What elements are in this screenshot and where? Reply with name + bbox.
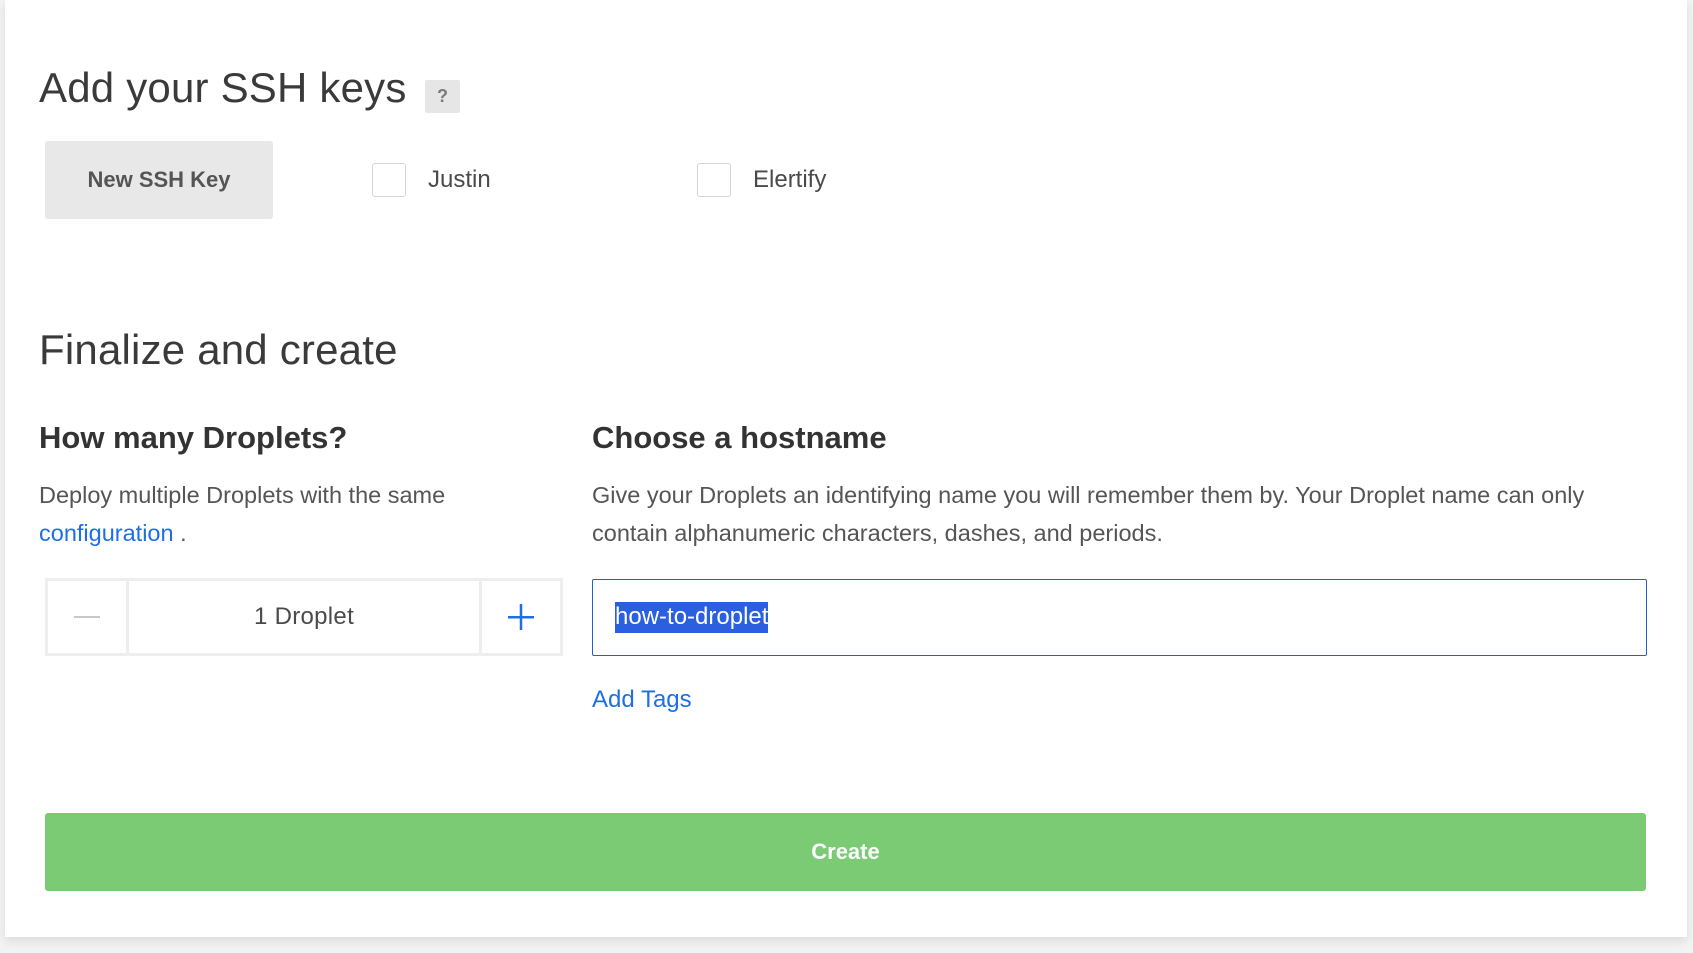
- hostname-input-value: how-to-droplet: [615, 602, 769, 633]
- increment-button[interactable]: [479, 581, 560, 653]
- plus-icon: [508, 604, 534, 630]
- new-ssh-key-button[interactable]: New SSH Key: [45, 141, 273, 219]
- create-droplet-panel: Add your SSH keys ? New SSH Key Justin E…: [5, 0, 1687, 937]
- ssh-key-justin[interactable]: Justin: [372, 161, 491, 199]
- ssh-key-elertify[interactable]: Elertify: [697, 161, 826, 199]
- droplet-count-title: How many Droplets?: [39, 420, 348, 455]
- decrement-button[interactable]: [48, 581, 129, 653]
- checkbox-elertify[interactable]: [697, 163, 731, 197]
- checkbox-justin[interactable]: [372, 163, 406, 197]
- droplet-count-description-text: Deploy multiple Droplets with the same: [39, 482, 446, 508]
- help-badge[interactable]: ?: [425, 80, 460, 113]
- add-tags-link[interactable]: Add Tags: [592, 686, 692, 714]
- description-trailing-period: .: [173, 520, 187, 546]
- ssh-key-label-elertify: Elertify: [753, 166, 827, 193]
- ssh-keys-title: Add your SSH keys: [39, 64, 407, 111]
- droplet-quantity-stepper: 1 Droplet: [45, 578, 563, 656]
- hostname-description: Give your Droplets an identifying name y…: [592, 482, 1585, 546]
- droplet-count-value: 1 Droplet: [253, 603, 355, 630]
- minus-icon: [74, 616, 100, 618]
- ssh-key-label-justin: Justin: [428, 166, 491, 193]
- hostname-title: Choose a hostname: [592, 420, 887, 455]
- configuration-link[interactable]: configuration: [39, 520, 174, 546]
- create-button[interactable]: Create: [45, 813, 1646, 891]
- droplet-count-description: Deploy multiple Droplets with the same c…: [39, 476, 539, 552]
- finalize-title: Finalize and create: [39, 326, 398, 373]
- hostname-input[interactable]: how-to-droplet: [592, 579, 1647, 656]
